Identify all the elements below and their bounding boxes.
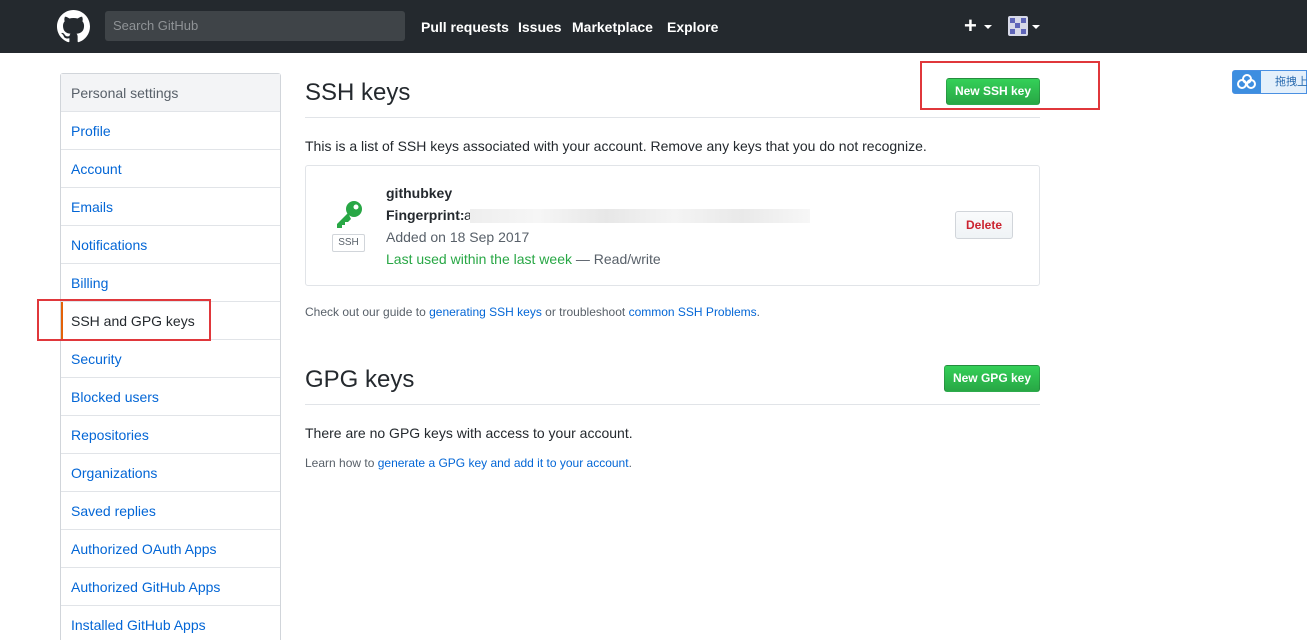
ssh-type-badge: SSH [332,234,365,252]
avatar[interactable] [1008,16,1028,36]
sidebar-item-account[interactable]: Account [61,150,280,188]
sidebar-item-security[interactable]: Security [61,340,280,378]
plus-icon[interactable]: + [964,14,977,38]
sidebar-item-installed-github-apps[interactable]: Installed GitHub Apps [61,606,280,640]
sidebar-item-profile[interactable]: Profile [61,112,280,150]
cloud-icon [1233,71,1261,93]
ssh-key-name: githubkey [386,185,453,201]
top-navbar: Search GitHub Pull requests Issues Marke… [0,0,1307,53]
divider [305,404,1040,405]
key-icon [337,201,362,228]
settings-sidebar: Personal settings Profile Account Emails… [60,73,281,640]
guide-middle: or troubleshoot [545,305,626,319]
annotation-highlight-ssh-gpg-keys [37,299,211,341]
nav-marketplace[interactable]: Marketplace [572,18,653,36]
common-ssh-problems-link[interactable]: common SSH Problems [629,305,757,319]
delete-key-button[interactable]: Delete [955,211,1013,239]
sidebar-item-blocked-users[interactable]: Blocked users [61,378,280,416]
learn-prefix: Learn how to [305,456,375,470]
ssh-description: This is a list of SSH keys associated wi… [305,138,927,154]
new-gpg-key-button[interactable]: New GPG key [944,365,1040,392]
ssh-key-added-date: Added on 18 Sep 2017 [386,229,530,245]
sidebar-item-repositories[interactable]: Repositories [61,416,280,454]
learn-suffix: . [628,456,632,470]
access-text: — Read/write [575,251,661,267]
sidebar-item-organizations[interactable]: Organizations [61,454,280,492]
sidebar-item-authorized-oauth-apps[interactable]: Authorized OAuth Apps [61,530,280,568]
ssh-keys-title: SSH keys [305,79,411,106]
guide-prefix: Check out our guide to [305,305,426,319]
sidebar-item-authorized-github-apps[interactable]: Authorized GitHub Apps [61,568,280,606]
generating-ssh-keys-link[interactable]: generating SSH keys [429,305,542,319]
gpg-empty-text: There are no GPG keys with access to you… [305,425,633,441]
gpg-keys-title: GPG keys [305,366,415,393]
widget-label: 拖拽上 [1275,76,1307,88]
sidebar-heading: Personal settings [61,74,280,112]
fingerprint-label: Fingerprint: [386,207,465,223]
chevron-down-icon[interactable] [1032,25,1040,29]
nav-issues[interactable]: Issues [518,18,562,36]
annotation-highlight-new-ssh-key [920,61,1100,110]
chevron-down-icon[interactable] [984,25,992,29]
nav-pull-requests[interactable]: Pull requests [421,18,509,36]
generate-gpg-key-link[interactable]: generate a GPG key and add it to your ac… [378,456,629,470]
sidebar-item-notifications[interactable]: Notifications [61,226,280,264]
last-used-text: Last used within the last week [386,251,572,267]
github-logo-icon[interactable] [57,10,90,43]
nav-explore[interactable]: Explore [667,18,718,36]
browser-extension-widget[interactable]: 拖拽上 [1232,70,1307,94]
gpg-learn-text: Learn how to generate a GPG key and add … [305,454,632,472]
sidebar-item-billing[interactable]: Billing [61,264,280,302]
ssh-key-usage: Last used within the last week — Read/wr… [386,250,661,268]
sidebar-item-emails[interactable]: Emails [61,188,280,226]
ssh-guide-text: Check out our guide to generating SSH ke… [305,303,760,321]
divider [305,117,1040,118]
search-input[interactable]: Search GitHub [105,11,405,41]
sidebar-item-saved-replies[interactable]: Saved replies [61,492,280,530]
fingerprint-redaction [470,209,810,223]
guide-suffix: . [756,305,760,319]
